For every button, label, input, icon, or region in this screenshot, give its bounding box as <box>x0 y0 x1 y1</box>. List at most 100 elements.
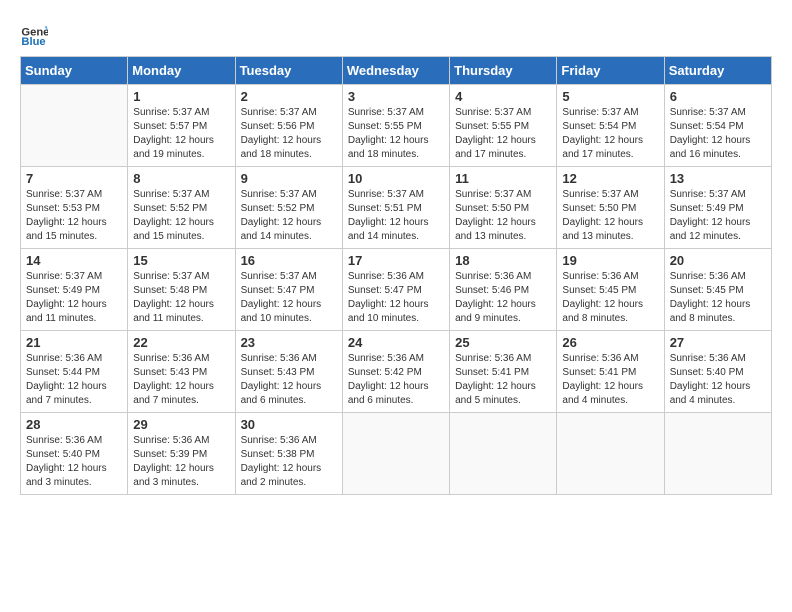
calendar-cell: 26 Sunrise: 5:36 AM Sunset: 5:41 PM Dayli… <box>557 331 664 413</box>
day-number: 3 <box>348 89 444 104</box>
day-info: Sunrise: 5:36 AM Sunset: 5:41 PM Dayligh… <box>455 352 551 408</box>
day-number: 19 <box>562 253 658 268</box>
day-info: Sunrise: 5:37 AM Sunset: 5:50 PM Dayligh… <box>562 188 658 244</box>
weekday-header-row: SundayMondayTuesdayWednesdayThursdayFrid… <box>21 57 772 85</box>
day-number: 17 <box>348 253 444 268</box>
day-info: Sunrise: 5:36 AM Sunset: 5:40 PM Dayligh… <box>26 434 122 490</box>
day-number: 12 <box>562 171 658 186</box>
weekday-header-monday: Monday <box>128 57 235 85</box>
calendar-cell: 2 Sunrise: 5:37 AM Sunset: 5:56 PM Daylig… <box>235 85 342 167</box>
calendar-cell <box>664 413 771 495</box>
day-info: Sunrise: 5:37 AM Sunset: 5:50 PM Dayligh… <box>455 188 551 244</box>
weekday-header-wednesday: Wednesday <box>342 57 449 85</box>
calendar-cell: 22Sunrise: 5:36 AM Sunset: 5:43 PM Dayli… <box>128 331 235 413</box>
calendar-week-row: 7Sunrise: 5:37 AM Sunset: 5:53 PM Daylig… <box>21 167 772 249</box>
calendar-cell: 10Sunrise: 5:37 AM Sunset: 5:51 PM Dayli… <box>342 167 449 249</box>
calendar-week-row: 1 Sunrise: 5:37 AM Sunset: 5:57 PM Daylig… <box>21 85 772 167</box>
calendar-cell: 16 Sunrise: 5:37 AM Sunset: 5:47 PM Dayli… <box>235 249 342 331</box>
calendar-cell: 7Sunrise: 5:37 AM Sunset: 5:53 PM Daylig… <box>21 167 128 249</box>
calendar-cell: 15 Sunrise: 5:37 AM Sunset: 5:48 PM Dayli… <box>128 249 235 331</box>
day-number: 30 <box>241 417 337 432</box>
day-info: Sunrise: 5:37 AM Sunset: 5:49 PM Dayligh… <box>26 270 122 326</box>
day-info: Sunrise: 5:36 AM Sunset: 5:45 PM Dayligh… <box>562 270 658 326</box>
day-number: 16 <box>241 253 337 268</box>
day-info: Sunrise: 5:37 AM Sunset: 5:55 PM Dayligh… <box>348 106 444 162</box>
day-info: Sunrise: 5:36 AM Sunset: 5:47 PM Dayligh… <box>348 270 444 326</box>
calendar-cell: 14 Sunrise: 5:37 AM Sunset: 5:49 PM Dayli… <box>21 249 128 331</box>
logo: General Blue <box>20 20 54 48</box>
day-info: Sunrise: 5:36 AM Sunset: 5:46 PM Dayligh… <box>455 270 551 326</box>
calendar-cell: 11 Sunrise: 5:37 AM Sunset: 5:50 PM Dayli… <box>450 167 557 249</box>
day-number: 11 <box>455 171 551 186</box>
calendar-cell: 4 Sunrise: 5:37 AM Sunset: 5:55 PM Daylig… <box>450 85 557 167</box>
day-number: 14 <box>26 253 122 268</box>
weekday-header-tuesday: Tuesday <box>235 57 342 85</box>
calendar-cell: 1 Sunrise: 5:37 AM Sunset: 5:57 PM Daylig… <box>128 85 235 167</box>
day-number: 4 <box>455 89 551 104</box>
weekday-header-sunday: Sunday <box>21 57 128 85</box>
calendar-cell: 29 Sunrise: 5:36 AM Sunset: 5:39 PM Dayli… <box>128 413 235 495</box>
calendar-table: SundayMondayTuesdayWednesdayThursdayFrid… <box>20 56 772 495</box>
day-info: Sunrise: 5:37 AM Sunset: 5:55 PM Dayligh… <box>455 106 551 162</box>
calendar-cell: 20 Sunrise: 5:36 AM Sunset: 5:45 PM Dayli… <box>664 249 771 331</box>
day-number: 10 <box>348 171 444 186</box>
weekday-header-thursday: Thursday <box>450 57 557 85</box>
day-number: 20 <box>670 253 766 268</box>
day-number: 26 <box>562 335 658 350</box>
day-info: Sunrise: 5:37 AM Sunset: 5:56 PM Dayligh… <box>241 106 337 162</box>
weekday-header-saturday: Saturday <box>664 57 771 85</box>
day-number: 18 <box>455 253 551 268</box>
day-number: 25 <box>455 335 551 350</box>
day-number: 13 <box>670 171 766 186</box>
day-number: 5 <box>562 89 658 104</box>
calendar-cell: 25 Sunrise: 5:36 AM Sunset: 5:41 PM Dayli… <box>450 331 557 413</box>
calendar-cell: 13 Sunrise: 5:37 AM Sunset: 5:49 PM Dayli… <box>664 167 771 249</box>
day-info: Sunrise: 5:37 AM Sunset: 5:54 PM Dayligh… <box>670 106 766 162</box>
day-info: Sunrise: 5:37 AM Sunset: 5:47 PM Dayligh… <box>241 270 337 326</box>
day-number: 24 <box>348 335 444 350</box>
calendar-cell: 8 Sunrise: 5:37 AM Sunset: 5:52 PM Daylig… <box>128 167 235 249</box>
calendar-week-row: 28 Sunrise: 5:36 AM Sunset: 5:40 PM Dayli… <box>21 413 772 495</box>
calendar-cell: 3 Sunrise: 5:37 AM Sunset: 5:55 PM Daylig… <box>342 85 449 167</box>
calendar-cell: 21Sunrise: 5:36 AM Sunset: 5:44 PM Dayli… <box>21 331 128 413</box>
day-info: Sunrise: 5:37 AM Sunset: 5:49 PM Dayligh… <box>670 188 766 244</box>
day-number: 9 <box>241 171 337 186</box>
calendar-cell <box>450 413 557 495</box>
calendar-week-row: 21Sunrise: 5:36 AM Sunset: 5:44 PM Dayli… <box>21 331 772 413</box>
svg-text:Blue: Blue <box>21 36 45 48</box>
day-info: Sunrise: 5:37 AM Sunset: 5:48 PM Dayligh… <box>133 270 229 326</box>
calendar-cell: 18 Sunrise: 5:36 AM Sunset: 5:46 PM Dayli… <box>450 249 557 331</box>
day-info: Sunrise: 5:36 AM Sunset: 5:38 PM Dayligh… <box>241 434 337 490</box>
calendar-cell: 30 Sunrise: 5:36 AM Sunset: 5:38 PM Dayli… <box>235 413 342 495</box>
day-number: 21 <box>26 335 122 350</box>
day-number: 2 <box>241 89 337 104</box>
calendar-cell: 17 Sunrise: 5:36 AM Sunset: 5:47 PM Dayli… <box>342 249 449 331</box>
day-number: 27 <box>670 335 766 350</box>
calendar-cell <box>557 413 664 495</box>
calendar-cell: 24 Sunrise: 5:36 AM Sunset: 5:42 PM Dayli… <box>342 331 449 413</box>
day-info: Sunrise: 5:36 AM Sunset: 5:41 PM Dayligh… <box>562 352 658 408</box>
day-info: Sunrise: 5:36 AM Sunset: 5:39 PM Dayligh… <box>133 434 229 490</box>
day-info: Sunrise: 5:37 AM Sunset: 5:57 PM Dayligh… <box>133 106 229 162</box>
calendar-cell: 6 Sunrise: 5:37 AM Sunset: 5:54 PM Daylig… <box>664 85 771 167</box>
day-number: 6 <box>670 89 766 104</box>
calendar-cell: 28 Sunrise: 5:36 AM Sunset: 5:40 PM Dayli… <box>21 413 128 495</box>
day-info: Sunrise: 5:37 AM Sunset: 5:53 PM Dayligh… <box>26 188 122 244</box>
day-info: Sunrise: 5:37 AM Sunset: 5:52 PM Dayligh… <box>241 188 337 244</box>
day-number: 23 <box>241 335 337 350</box>
calendar-cell: 23Sunrise: 5:36 AM Sunset: 5:43 PM Dayli… <box>235 331 342 413</box>
day-info: Sunrise: 5:36 AM Sunset: 5:43 PM Dayligh… <box>133 352 229 408</box>
calendar-cell: 12 Sunrise: 5:37 AM Sunset: 5:50 PM Dayli… <box>557 167 664 249</box>
day-info: Sunrise: 5:36 AM Sunset: 5:42 PM Dayligh… <box>348 352 444 408</box>
day-number: 15 <box>133 253 229 268</box>
calendar-cell <box>342 413 449 495</box>
day-number: 8 <box>133 171 229 186</box>
day-number: 1 <box>133 89 229 104</box>
day-info: Sunrise: 5:37 AM Sunset: 5:54 PM Dayligh… <box>562 106 658 162</box>
day-number: 28 <box>26 417 122 432</box>
calendar-cell: 19 Sunrise: 5:36 AM Sunset: 5:45 PM Dayli… <box>557 249 664 331</box>
day-info: Sunrise: 5:36 AM Sunset: 5:40 PM Dayligh… <box>670 352 766 408</box>
day-number: 29 <box>133 417 229 432</box>
day-info: Sunrise: 5:36 AM Sunset: 5:45 PM Dayligh… <box>670 270 766 326</box>
day-info: Sunrise: 5:37 AM Sunset: 5:52 PM Dayligh… <box>133 188 229 244</box>
